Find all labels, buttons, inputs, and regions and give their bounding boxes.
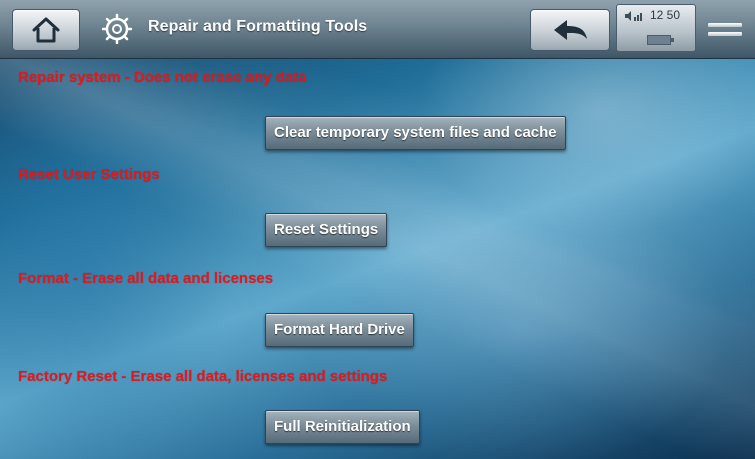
home-button[interactable] [12,9,80,51]
repair-tools-icon [102,13,132,44]
back-arrow-icon [554,20,587,40]
reset-settings-button[interactable]: Reset Settings [265,213,388,247]
menu-button[interactable] [705,9,745,49]
heading-reset-user-settings: Reset User Settings [18,166,160,183]
volume-icon [625,11,642,21]
clear-cache-button[interactable]: Clear temporary system files and cache [265,116,566,150]
heading-format: Format - Erase all data and licenses [18,270,274,287]
menu-icon-line [708,31,742,36]
home-icon [32,17,60,43]
title-bar: Repair and Formatting Tools 12 50 [0,0,755,59]
format-hard-drive-button[interactable]: Format Hard Drive [265,313,414,347]
back-button[interactable] [530,9,610,51]
full-reinitialization-button[interactable]: Full Reinitialization [265,410,420,444]
page-title: Repair and Formatting Tools [148,18,368,35]
clock: 12 50 [650,8,681,22]
battery-icon [647,35,674,45]
status-indicator: 12 50 [616,4,696,52]
heading-repair-system: Repair system - Does not erase any data [18,69,307,86]
heading-factory-reset: Factory Reset - Erase all data, licenses… [18,368,388,385]
device-screen: Repair and Formatting Tools 12 50 Repair… [0,0,755,459]
menu-icon [708,22,742,27]
